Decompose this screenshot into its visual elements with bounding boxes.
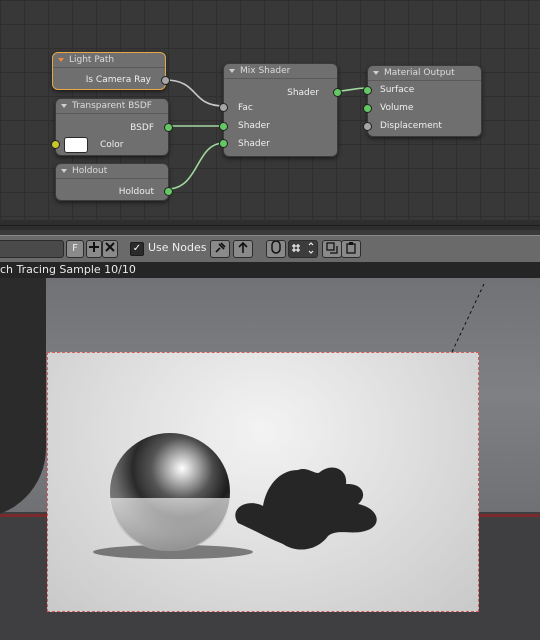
output-label: Holdout — [118, 187, 154, 197]
node-editor-header: F ✓ Use Nodes — [0, 235, 540, 263]
paste-icon — [346, 242, 356, 254]
output-socket[interactable] — [333, 88, 342, 97]
input-label-displacement: Displacement — [380, 121, 442, 131]
node-header[interactable]: Light Path — [53, 53, 165, 68]
use-nodes-label: Use Nodes — [148, 241, 207, 254]
node-title: Mix Shader — [240, 66, 291, 76]
input-socket-volume[interactable] — [363, 104, 372, 113]
output-socket[interactable] — [161, 76, 170, 85]
input-label-volume: Volume — [380, 103, 414, 113]
input-label-surface: Surface — [380, 85, 415, 95]
input-socket-shader-1[interactable] — [219, 122, 228, 131]
node-header[interactable]: Transparent BSDF — [56, 99, 168, 114]
light-path-node[interactable]: Light Path Is Camera Ray — [52, 52, 170, 90]
output-socket[interactable] — [164, 187, 173, 196]
input-socket-surface[interactable] — [363, 86, 372, 95]
node-title: Light Path — [69, 55, 115, 65]
camera-render-border — [47, 352, 479, 612]
sphere-reflection — [110, 498, 230, 551]
snap-toggle-button[interactable] — [266, 240, 286, 258]
render-viewport[interactable]: ch Tracing Sample 10/10 — [0, 262, 540, 640]
use-nodes-checkbox[interactable]: ✓ — [130, 242, 144, 256]
node-title: Holdout — [72, 166, 108, 176]
node-editor[interactable]: Light Path Is Camera Ray Transparent BSD… — [0, 0, 540, 220]
material-output-node[interactable]: Material Output Surface Volume Displacem… — [363, 65, 482, 137]
paste-nodes-button[interactable] — [341, 240, 361, 258]
input-socket-shader-2[interactable] — [219, 139, 228, 148]
node-header[interactable]: Material Output — [368, 66, 481, 81]
arrow-up-icon — [238, 241, 248, 253]
collapse-triangle-icon[interactable] — [373, 71, 379, 75]
magnet-icon — [271, 240, 281, 254]
input-socket-displacement[interactable] — [363, 122, 372, 131]
wire-camera-ray-to-fac — [164, 79, 225, 107]
add-material-button[interactable] — [86, 240, 102, 258]
pin-icon — [215, 242, 226, 253]
unlink-material-button[interactable] — [102, 240, 118, 258]
fake-user-button[interactable]: F — [66, 240, 84, 258]
go-parent-button[interactable] — [233, 240, 253, 258]
input-socket[interactable] — [51, 140, 60, 149]
pin-button[interactable] — [210, 240, 230, 258]
output-label: Shader — [287, 88, 319, 98]
output-socket[interactable] — [164, 123, 173, 132]
holdout-node[interactable]: Holdout Holdout — [55, 163, 173, 201]
node-title: Material Output — [384, 68, 455, 78]
collapse-triangle-icon[interactable] — [229, 69, 235, 73]
collapse-triangle-icon[interactable] — [61, 169, 67, 173]
copy-icon — [326, 242, 338, 254]
collapse-triangle-icon[interactable] — [61, 104, 67, 108]
snap-element-dropdown[interactable] — [288, 240, 318, 258]
input-socket-fac[interactable] — [219, 103, 228, 112]
node-header[interactable]: Holdout — [56, 164, 168, 179]
copy-nodes-button[interactable] — [322, 240, 342, 258]
plus-icon — [89, 242, 99, 252]
wire-holdout-to-shader2 — [166, 142, 225, 190]
input-label-shader-1: Shader — [238, 121, 270, 131]
input-label: Color — [100, 140, 124, 150]
area-divider-line — [0, 225, 540, 226]
holdout-monkey-silhouette — [235, 467, 377, 550]
mix-shader-node[interactable]: Mix Shader Shader Fac Shader Shader — [219, 63, 342, 157]
input-label-fac: Fac — [238, 103, 253, 113]
snap-grid-icon — [292, 242, 314, 254]
transparent-bsdf-node[interactable]: Transparent BSDF BSDF Color — [51, 98, 173, 156]
output-label: BSDF — [130, 123, 154, 133]
node-header[interactable]: Mix Shader — [224, 64, 337, 79]
output-label: Is Camera Ray — [85, 75, 151, 85]
collapse-triangle-icon[interactable] — [58, 58, 64, 62]
node-title: Transparent BSDF — [72, 101, 152, 111]
close-icon — [105, 242, 115, 252]
material-name-field[interactable] — [0, 240, 64, 258]
input-label-shader-2: Shader — [238, 139, 270, 149]
